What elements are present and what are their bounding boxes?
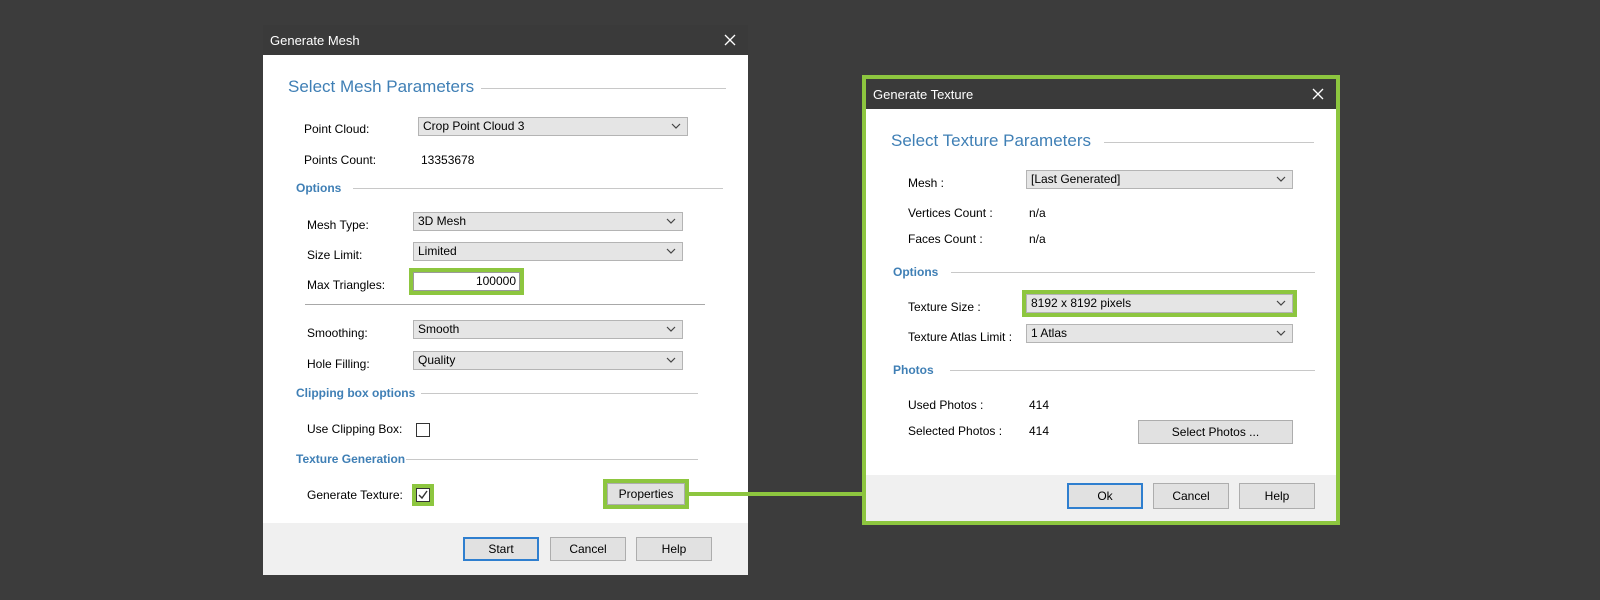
- hole-filling-select[interactable]: Quality: [413, 351, 683, 370]
- selected-photos-label: Selected Photos :: [908, 424, 1003, 438]
- clipping-divider: [421, 393, 698, 394]
- smoothing-divider: [305, 304, 705, 305]
- smoothing-label: Smoothing:: [307, 326, 368, 340]
- chevron-down-icon: [1276, 330, 1286, 336]
- point-cloud-select[interactable]: Crop Point Cloud 3: [418, 117, 688, 136]
- used-photos-value: 414: [1029, 398, 1050, 412]
- mesh-dialog-titlebar[interactable]: Generate Mesh: [263, 25, 748, 55]
- texture-dialog-close-button[interactable]: [1308, 84, 1328, 104]
- highlight-connector-line: [689, 492, 864, 496]
- texture-size-highlight: [1022, 290, 1297, 317]
- use-clipping-label: Use Clipping Box:: [307, 422, 403, 436]
- texture-dialog-titlebar[interactable]: Generate Texture: [866, 79, 1336, 109]
- max-triangles-highlight: [409, 268, 524, 295]
- generate-texture-label: Generate Texture:: [307, 488, 403, 502]
- texture-section-title: Select Texture Parameters: [891, 131, 1091, 150]
- vertices-count-value: n/a: [1029, 206, 1046, 220]
- points-count-label: Points Count:: [304, 153, 377, 167]
- texture-generation-divider: [406, 459, 698, 460]
- points-count-value: 13353678: [421, 153, 475, 167]
- size-limit-select[interactable]: Limited: [413, 242, 683, 261]
- hole-filling-label: Hole Filling:: [307, 357, 370, 371]
- max-triangles-label: Max Triangles:: [307, 278, 386, 292]
- texture-atlas-limit-select[interactable]: 1 Atlas: [1026, 324, 1293, 343]
- generate-mesh-dialog: Generate Mesh Select Mesh Parameters Poi…: [263, 25, 748, 575]
- smoothing-select[interactable]: Smooth: [413, 320, 683, 339]
- mesh-section-divider: [481, 88, 726, 89]
- photos-group-title: Photos: [893, 363, 934, 377]
- texture-options-divider: [951, 272, 1315, 273]
- mesh-dialog-close-button[interactable]: [720, 30, 740, 50]
- size-limit-value: Limited: [418, 244, 457, 258]
- properties-highlight: [603, 479, 689, 509]
- hole-filling-value: Quality: [418, 353, 456, 367]
- texture-cancel-button[interactable]: Cancel: [1153, 483, 1229, 509]
- mesh-dialog-title: Generate Mesh: [270, 32, 360, 48]
- mesh-type-value: 3D Mesh: [418, 214, 467, 228]
- clipping-group-title: Clipping box options: [296, 386, 416, 400]
- use-clipping-checkbox[interactable]: [416, 423, 430, 437]
- chevron-down-icon: [666, 218, 676, 224]
- start-button[interactable]: Start: [463, 537, 539, 561]
- texture-generation-group-title: Texture Generation: [296, 452, 406, 466]
- texture-section-divider: [1104, 142, 1314, 143]
- vertices-count-label: Vertices Count :: [908, 206, 993, 220]
- texture-size-label: Texture Size :: [908, 300, 981, 314]
- chevron-down-icon: [666, 326, 676, 332]
- selected-photos-value: 414: [1029, 424, 1050, 438]
- close-icon: [724, 34, 736, 46]
- point-cloud-value: Crop Point Cloud 3: [423, 119, 525, 133]
- texture-options-group-title: Options: [893, 265, 939, 279]
- mesh-cancel-button[interactable]: Cancel: [550, 537, 626, 561]
- mesh-value: [Last Generated]: [1031, 172, 1121, 186]
- mesh-section-title: Select Mesh Parameters: [288, 77, 475, 96]
- generate-texture-highlight: [412, 484, 434, 506]
- size-limit-label: Size Limit:: [307, 248, 363, 262]
- mesh-help-button[interactable]: Help: [636, 537, 712, 561]
- mesh-type-label: Mesh Type:: [307, 218, 369, 232]
- ok-button[interactable]: Ok: [1067, 483, 1143, 509]
- options-divider: [353, 188, 723, 189]
- mesh-select[interactable]: [Last Generated]: [1026, 170, 1293, 189]
- chevron-down-icon: [666, 357, 676, 363]
- texture-dialog-title: Generate Texture: [873, 86, 974, 102]
- mesh-label: Mesh :: [908, 176, 945, 190]
- select-photos-button[interactable]: Select Photos ...: [1138, 420, 1293, 444]
- generate-texture-dialog: Generate Texture Select Texture Paramete…: [866, 79, 1336, 521]
- faces-count-label: Faces Count :: [908, 232, 983, 246]
- texture-help-button[interactable]: Help: [1239, 483, 1315, 509]
- texture-dialog-footer: Ok Cancel Help: [866, 475, 1336, 521]
- chevron-down-icon: [671, 123, 681, 129]
- chevron-down-icon: [1276, 176, 1286, 182]
- photos-divider: [950, 370, 1315, 371]
- texture-atlas-limit-value: 1 Atlas: [1031, 326, 1068, 340]
- mesh-dialog-footer: Start Cancel Help: [263, 523, 748, 575]
- smoothing-value: Smooth: [418, 322, 460, 336]
- point-cloud-label: Point Cloud:: [304, 122, 370, 136]
- options-group-title: Options: [296, 181, 342, 195]
- close-icon: [1312, 88, 1324, 100]
- mesh-type-select[interactable]: 3D Mesh: [413, 212, 683, 231]
- chevron-down-icon: [666, 248, 676, 254]
- faces-count-value: n/a: [1029, 232, 1046, 246]
- texture-atlas-limit-label: Texture Atlas Limit :: [908, 330, 1013, 344]
- used-photos-label: Used Photos :: [908, 398, 984, 412]
